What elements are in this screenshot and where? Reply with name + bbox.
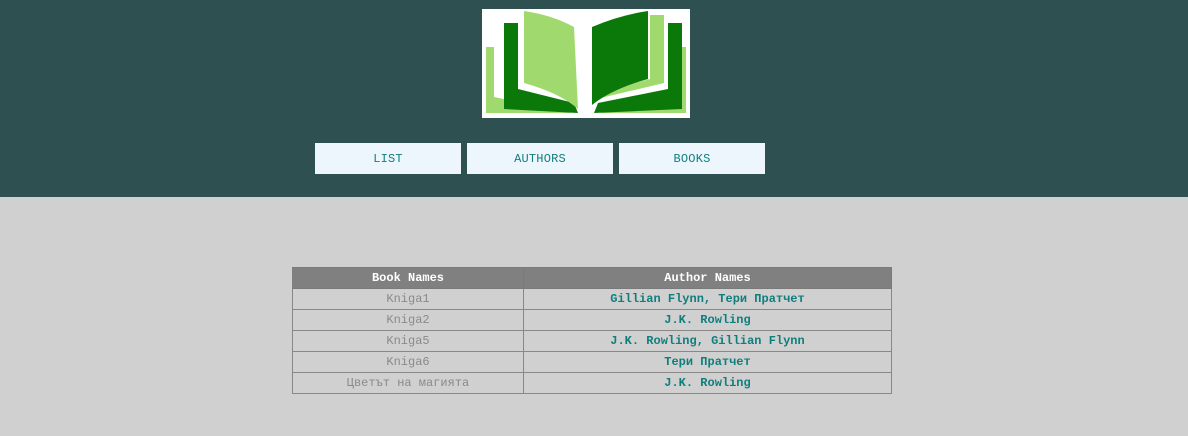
main-content: Book Names Author Names Kniga1 Gillian F… <box>0 197 1188 436</box>
table-row: Цветът на магията J.K. Rowling <box>292 372 892 394</box>
table-row: Kniga1 Gillian Flynn, Тери Пратчет <box>292 288 892 310</box>
book-name-cell: Kniga2 <box>292 309 524 331</box>
author-names-cell: Тери Пратчет <box>523 351 892 373</box>
author-names-cell: J.K. Rowling <box>523 372 892 394</box>
table-row: Kniga5 J.K. Rowling, Gillian Flynn <box>292 330 892 352</box>
column-header-author-names: Author Names <box>523 267 892 289</box>
table-row: Kniga6 Тери Пратчет <box>292 351 892 373</box>
table-header-row: Book Names Author Names <box>292 267 892 289</box>
author-names-cell: J.K. Rowling, Gillian Flynn <box>523 330 892 352</box>
book-name-cell: Kniga1 <box>292 288 524 310</box>
nav-books-button[interactable]: BOOKS <box>619 143 765 174</box>
logo <box>482 9 690 118</box>
author-names-cell: Gillian Flynn, Тери Пратчет <box>523 288 892 310</box>
open-book-logo-icon <box>486 11 686 113</box>
books-table: Book Names Author Names Kniga1 Gillian F… <box>292 267 892 394</box>
table-row: Kniga2 J.K. Rowling <box>292 309 892 331</box>
book-name-cell: Kniga5 <box>292 330 524 352</box>
nav-authors-button[interactable]: AUTHORS <box>467 143 613 174</box>
main-nav: LIST AUTHORS BOOKS <box>315 143 765 174</box>
book-name-cell: Цветът на магията <box>292 372 524 394</box>
nav-list-button[interactable]: LIST <box>315 143 461 174</box>
column-header-book-names: Book Names <box>292 267 524 289</box>
book-name-cell: Kniga6 <box>292 351 524 373</box>
header: LIST AUTHORS BOOKS <box>0 0 1188 197</box>
author-names-cell: J.K. Rowling <box>523 309 892 331</box>
